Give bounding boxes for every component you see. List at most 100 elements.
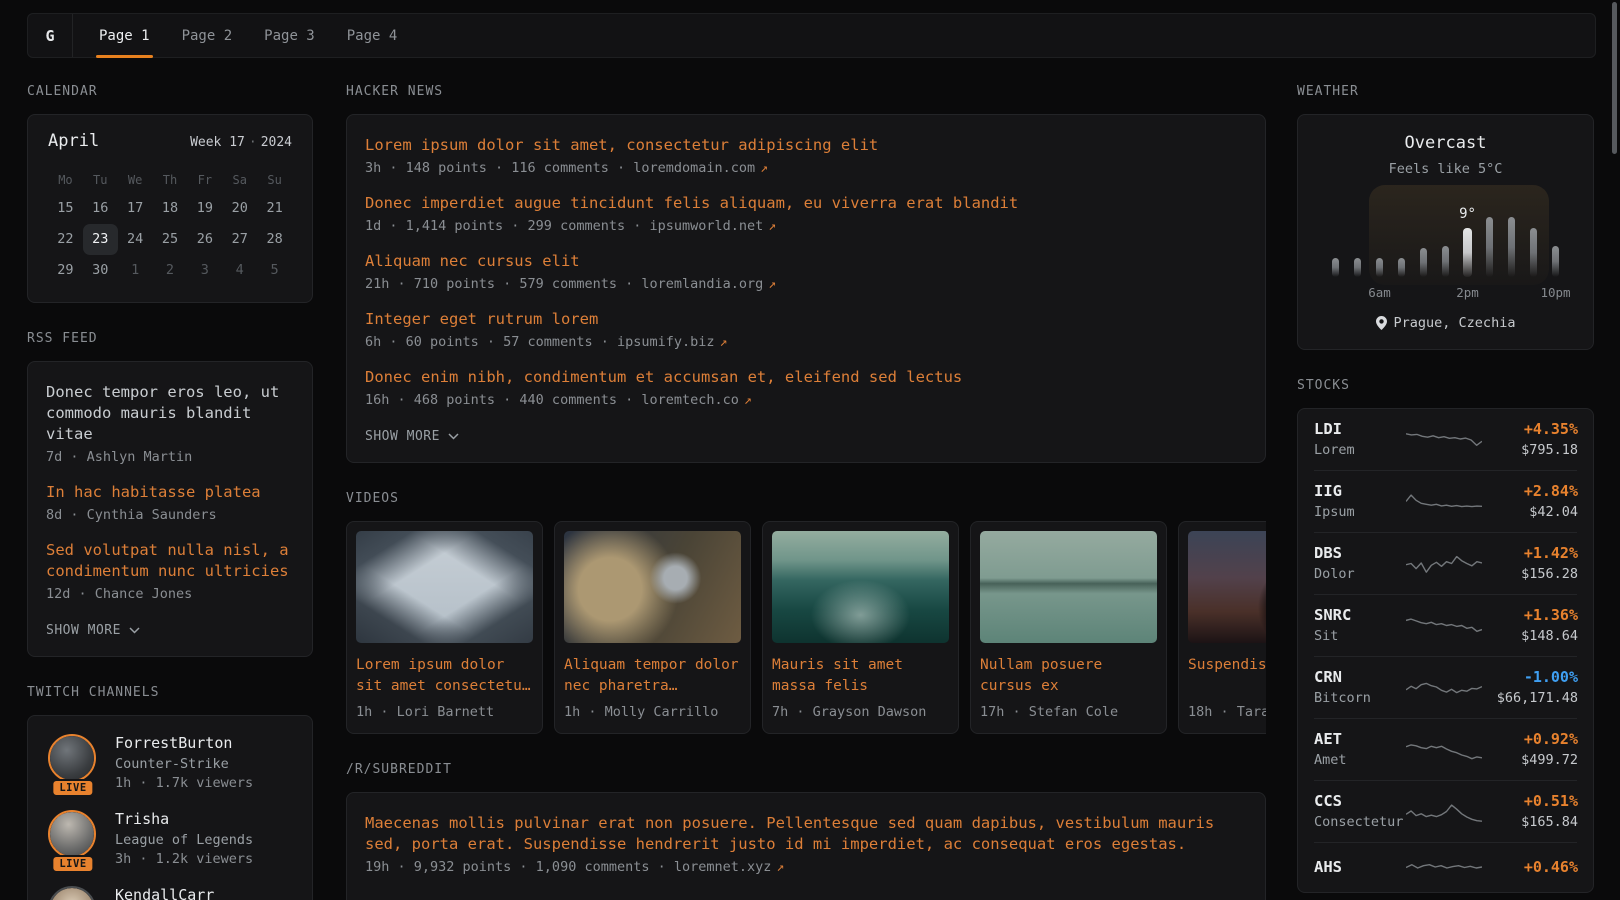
tab-page-1[interactable]: Page 1 xyxy=(83,14,166,57)
rss-item-link[interactable]: In hac habitasse platea xyxy=(46,483,261,501)
video-title-link[interactable]: Mauris sit amet massa felis xyxy=(772,655,949,697)
stock-identity: DBSDolor xyxy=(1314,544,1406,582)
calendar-day[interactable]: 17 xyxy=(118,193,153,224)
stock-identity: AETAmet xyxy=(1314,730,1406,768)
tab-page-2[interactable]: Page 2 xyxy=(166,14,249,57)
subreddit-item-link[interactable]: Maecenas mollis pulvinar erat non posuer… xyxy=(365,814,1214,853)
weather-hour-labels: 6am2pm10pm xyxy=(1325,285,1567,301)
calendar-day[interactable]: 1 xyxy=(118,255,153,286)
hacker-news-item: Lorem ipsum dolor sit amet, consectetur … xyxy=(365,135,1247,176)
stock-name: Ipsum xyxy=(1314,504,1406,520)
twitch-channel-row[interactable]: LIVETrishaLeague of Legends3h · 1.2k vie… xyxy=(48,810,292,867)
stock-name: Lorem xyxy=(1314,442,1406,458)
calendar-day[interactable]: 3 xyxy=(187,255,222,286)
hacker-news-item-link[interactable]: Donec imperdiet augue tincidunt felis al… xyxy=(365,194,1018,212)
tab-page-3[interactable]: Page 3 xyxy=(248,14,331,57)
video-thumbnail[interactable] xyxy=(564,531,741,643)
calendar-day[interactable]: 29 xyxy=(48,255,83,286)
rss-show-more-button[interactable]: SHOW MORE xyxy=(46,623,140,638)
twitch-channel-name[interactable]: Trisha xyxy=(115,810,253,828)
weather-feels-like: Feels like 5°C xyxy=(1314,161,1577,177)
tab-page-4[interactable]: Page 4 xyxy=(331,14,414,57)
video-title-link[interactable]: Nullam posuere cursus ex xyxy=(980,655,1157,697)
hacker-news-item-link[interactable]: Donec enim nibh, condimentum et accumsan… xyxy=(365,368,962,386)
video-thumbnail[interactable] xyxy=(980,531,1157,643)
subreddit-item-domain[interactable]: loremnet.xyz xyxy=(674,859,772,875)
twitch-channel-row[interactable]: LIVEForrestBurtonCounter-Strike1h · 1.7k… xyxy=(48,734,292,791)
stock-symbol[interactable]: IIG xyxy=(1314,482,1406,500)
hacker-news-item-title-wrap: Donec imperdiet augue tincidunt felis al… xyxy=(365,193,1247,214)
video-thumbnail[interactable] xyxy=(1188,531,1266,643)
hacker-news-item-domain[interactable]: ipsumify.biz xyxy=(617,334,715,350)
stock-identity: AHS xyxy=(1314,858,1406,876)
calendar-day[interactable]: 5 xyxy=(257,255,292,286)
video-title-link[interactable]: Lorem ipsum dolor sit amet consectetu… xyxy=(356,655,533,697)
hacker-news-item-domain[interactable]: loremlandia.org xyxy=(641,276,763,292)
stock-row[interactable]: CCSConsectetur+0.51%$165.84 xyxy=(1314,781,1577,843)
stock-symbol[interactable]: SNRC xyxy=(1314,606,1406,624)
stock-symbol[interactable]: LDI xyxy=(1314,420,1406,438)
hacker-news-show-more-button[interactable]: SHOW MORE xyxy=(365,429,459,444)
calendar-day[interactable]: 30 xyxy=(83,255,118,286)
hacker-news-item-domain[interactable]: loremtech.co xyxy=(641,392,739,408)
hacker-news-item-domain[interactable]: ipsumworld.net xyxy=(649,218,763,234)
weather-widget: Overcast Feels like 5°C 9° 6am2pm10pm Pr… xyxy=(1297,114,1594,350)
hacker-news-item-domain[interactable]: loremdomain.com xyxy=(633,160,755,176)
calendar-header: April Week 17·2024 xyxy=(48,131,292,151)
twitch-channel-row[interactable]: KendallCarr xyxy=(48,886,292,900)
calendar-day[interactable]: 4 xyxy=(222,255,257,286)
twitch-channel-meta: 3h · 1.2k viewers xyxy=(115,851,253,867)
stock-change: +1.36% xyxy=(1482,606,1578,624)
stock-sparkline xyxy=(1406,426,1482,452)
calendar-month: April xyxy=(48,131,99,151)
calendar-day[interactable]: 27 xyxy=(222,224,257,255)
calendar-day[interactable]: 22 xyxy=(48,224,83,255)
stock-sparkline xyxy=(1406,798,1482,824)
twitch-channel-name[interactable]: ForrestBurton xyxy=(115,734,253,752)
video-thumbnail[interactable] xyxy=(356,531,533,643)
stock-symbol[interactable]: CCS xyxy=(1314,792,1406,810)
weather-hour-slot xyxy=(1479,199,1501,277)
stock-row[interactable]: SNRCSit+1.36%$148.64 xyxy=(1314,595,1577,657)
video-thumbnail[interactable] xyxy=(772,531,949,643)
calendar-weekday: Mo xyxy=(48,167,83,193)
calendar-day[interactable]: 2 xyxy=(153,255,188,286)
calendar-day[interactable]: 19 xyxy=(187,193,222,224)
stock-row[interactable]: AHS+0.46% xyxy=(1314,843,1577,892)
hacker-news-item-link[interactable]: Lorem ipsum dolor sit amet, consectetur … xyxy=(365,136,878,154)
rss-item: Donec tempor eros leo, ut commodo mauris… xyxy=(46,382,294,465)
calendar-day[interactable]: 18 xyxy=(153,193,188,224)
calendar-day[interactable]: 20 xyxy=(222,193,257,224)
vertical-scrollbar[interactable] xyxy=(1612,2,1617,154)
calendar-day[interactable]: 28 xyxy=(257,224,292,255)
avatar xyxy=(48,886,96,900)
hacker-news-item-title-wrap: Aliquam nec cursus elit xyxy=(365,251,1247,272)
stock-row[interactable]: IIGIpsum+2.84%$42.04 xyxy=(1314,471,1577,533)
app-logo[interactable]: G xyxy=(28,14,73,57)
stock-symbol[interactable]: CRN xyxy=(1314,668,1406,686)
video-title-link[interactable]: Aliquam tempor dolor nec pharetra… xyxy=(564,655,741,697)
video-title-link[interactable]: Suspendisse diam xyxy=(1188,655,1266,697)
calendar-day[interactable]: 24 xyxy=(118,224,153,255)
calendar-day[interactable]: 26 xyxy=(187,224,222,255)
stock-symbol[interactable]: AET xyxy=(1314,730,1406,748)
calendar-day[interactable]: 15 xyxy=(48,193,83,224)
rss-item-link[interactable]: Donec tempor eros leo, ut commodo mauris… xyxy=(46,383,279,443)
hacker-news-item-link[interactable]: Integer eget rutrum lorem xyxy=(365,310,598,328)
calendar-day-selected[interactable]: 23 xyxy=(83,224,118,255)
weather-bar xyxy=(1354,258,1361,277)
rss-item-link[interactable]: Sed volutpat nulla nisl, a condimentum n… xyxy=(46,541,289,580)
stock-row[interactable]: CRNBitcorn-1.00%$66,171.48 xyxy=(1314,657,1577,719)
video-card: Mauris sit amet massa felis7h · Grayson … xyxy=(762,521,959,734)
hacker-news-section: HACKER NEWS Lorem ipsum dolor sit amet, … xyxy=(346,84,1266,463)
calendar-day[interactable]: 25 xyxy=(153,224,188,255)
stock-row[interactable]: DBSDolor+1.42%$156.28 xyxy=(1314,533,1577,595)
calendar-day[interactable]: 16 xyxy=(83,193,118,224)
stock-symbol[interactable]: DBS xyxy=(1314,544,1406,562)
stock-row[interactable]: AETAmet+0.92%$499.72 xyxy=(1314,719,1577,781)
hacker-news-item-link[interactable]: Aliquam nec cursus elit xyxy=(365,252,580,270)
stock-symbol[interactable]: AHS xyxy=(1314,858,1406,876)
calendar-day[interactable]: 21 xyxy=(257,193,292,224)
twitch-channel-name[interactable]: KendallCarr xyxy=(115,886,214,900)
stock-row[interactable]: LDILorem+4.35%$795.18 xyxy=(1314,409,1577,471)
